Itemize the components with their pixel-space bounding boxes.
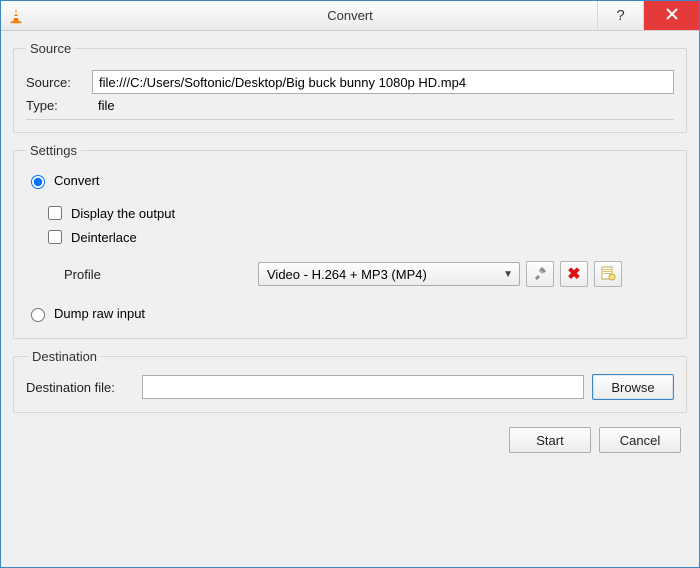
settings-legend: Settings xyxy=(26,143,81,158)
profile-label: Profile xyxy=(62,267,252,282)
dump-raw-radio-input[interactable] xyxy=(31,308,45,322)
cancel-button[interactable]: Cancel xyxy=(599,427,681,453)
dialog-footer: Start Cancel xyxy=(13,423,687,455)
destination-group: Destination Destination file: Browse xyxy=(13,349,687,413)
tools-icon xyxy=(532,265,548,284)
separator xyxy=(26,119,674,120)
help-icon: ? xyxy=(616,7,624,24)
profile-row: Profile Video - H.264 + MP3 (MP4) ▼ xyxy=(62,261,674,287)
destination-input[interactable] xyxy=(142,375,584,399)
delete-icon: ✖ xyxy=(567,264,580,284)
deinterlace-input[interactable] xyxy=(48,230,62,244)
destination-label: Destination file: xyxy=(26,380,134,395)
new-profile-button[interactable] xyxy=(594,261,622,287)
dump-raw-radio[interactable]: Dump raw input xyxy=(26,305,674,322)
vlc-cone-icon xyxy=(7,7,25,25)
profile-dropdown[interactable]: Video - H.264 + MP3 (MP4) ▼ xyxy=(258,262,520,286)
window-controls: ? xyxy=(597,1,699,30)
convert-dialog: Convert ? Source Source: Type: file xyxy=(0,0,700,568)
display-output-checkbox[interactable]: Display the output xyxy=(44,203,674,223)
convert-radio-input[interactable] xyxy=(31,175,45,189)
destination-row: Destination file: Browse xyxy=(26,374,674,400)
dialog-body: Source Source: Type: file Settings Conve… xyxy=(1,31,699,567)
deinterlace-label: Deinterlace xyxy=(71,230,137,245)
new-profile-icon xyxy=(600,265,616,284)
type-value: file xyxy=(98,98,115,113)
source-group: Source Source: Type: file xyxy=(13,41,687,133)
convert-options: Display the output Deinterlace Profile V… xyxy=(44,203,674,287)
destination-legend: Destination xyxy=(28,349,101,364)
profile-value: Video - H.264 + MP3 (MP4) xyxy=(267,267,427,282)
chevron-down-icon: ▼ xyxy=(503,269,513,280)
source-input[interactable] xyxy=(92,70,674,94)
window-title: Convert xyxy=(1,8,699,23)
browse-button[interactable]: Browse xyxy=(592,374,674,400)
convert-radio[interactable]: Convert xyxy=(26,172,674,189)
type-row: Type: file xyxy=(26,98,674,113)
close-icon xyxy=(666,7,678,24)
titlebar: Convert ? xyxy=(1,1,699,31)
convert-radio-label: Convert xyxy=(54,173,100,188)
display-output-input[interactable] xyxy=(48,206,62,220)
source-legend: Source xyxy=(26,41,75,56)
start-button[interactable]: Start xyxy=(509,427,591,453)
help-button[interactable]: ? xyxy=(597,1,643,30)
type-label: Type: xyxy=(26,98,84,113)
deinterlace-checkbox[interactable]: Deinterlace xyxy=(44,227,674,247)
delete-profile-button[interactable]: ✖ xyxy=(560,261,588,287)
settings-group: Settings Convert Display the output Dein… xyxy=(13,143,687,339)
close-button[interactable] xyxy=(643,1,699,30)
source-label: Source: xyxy=(26,75,84,90)
edit-profile-button[interactable] xyxy=(526,261,554,287)
display-output-label: Display the output xyxy=(71,206,175,221)
dump-raw-label: Dump raw input xyxy=(54,306,145,321)
source-row: Source: xyxy=(26,70,674,94)
